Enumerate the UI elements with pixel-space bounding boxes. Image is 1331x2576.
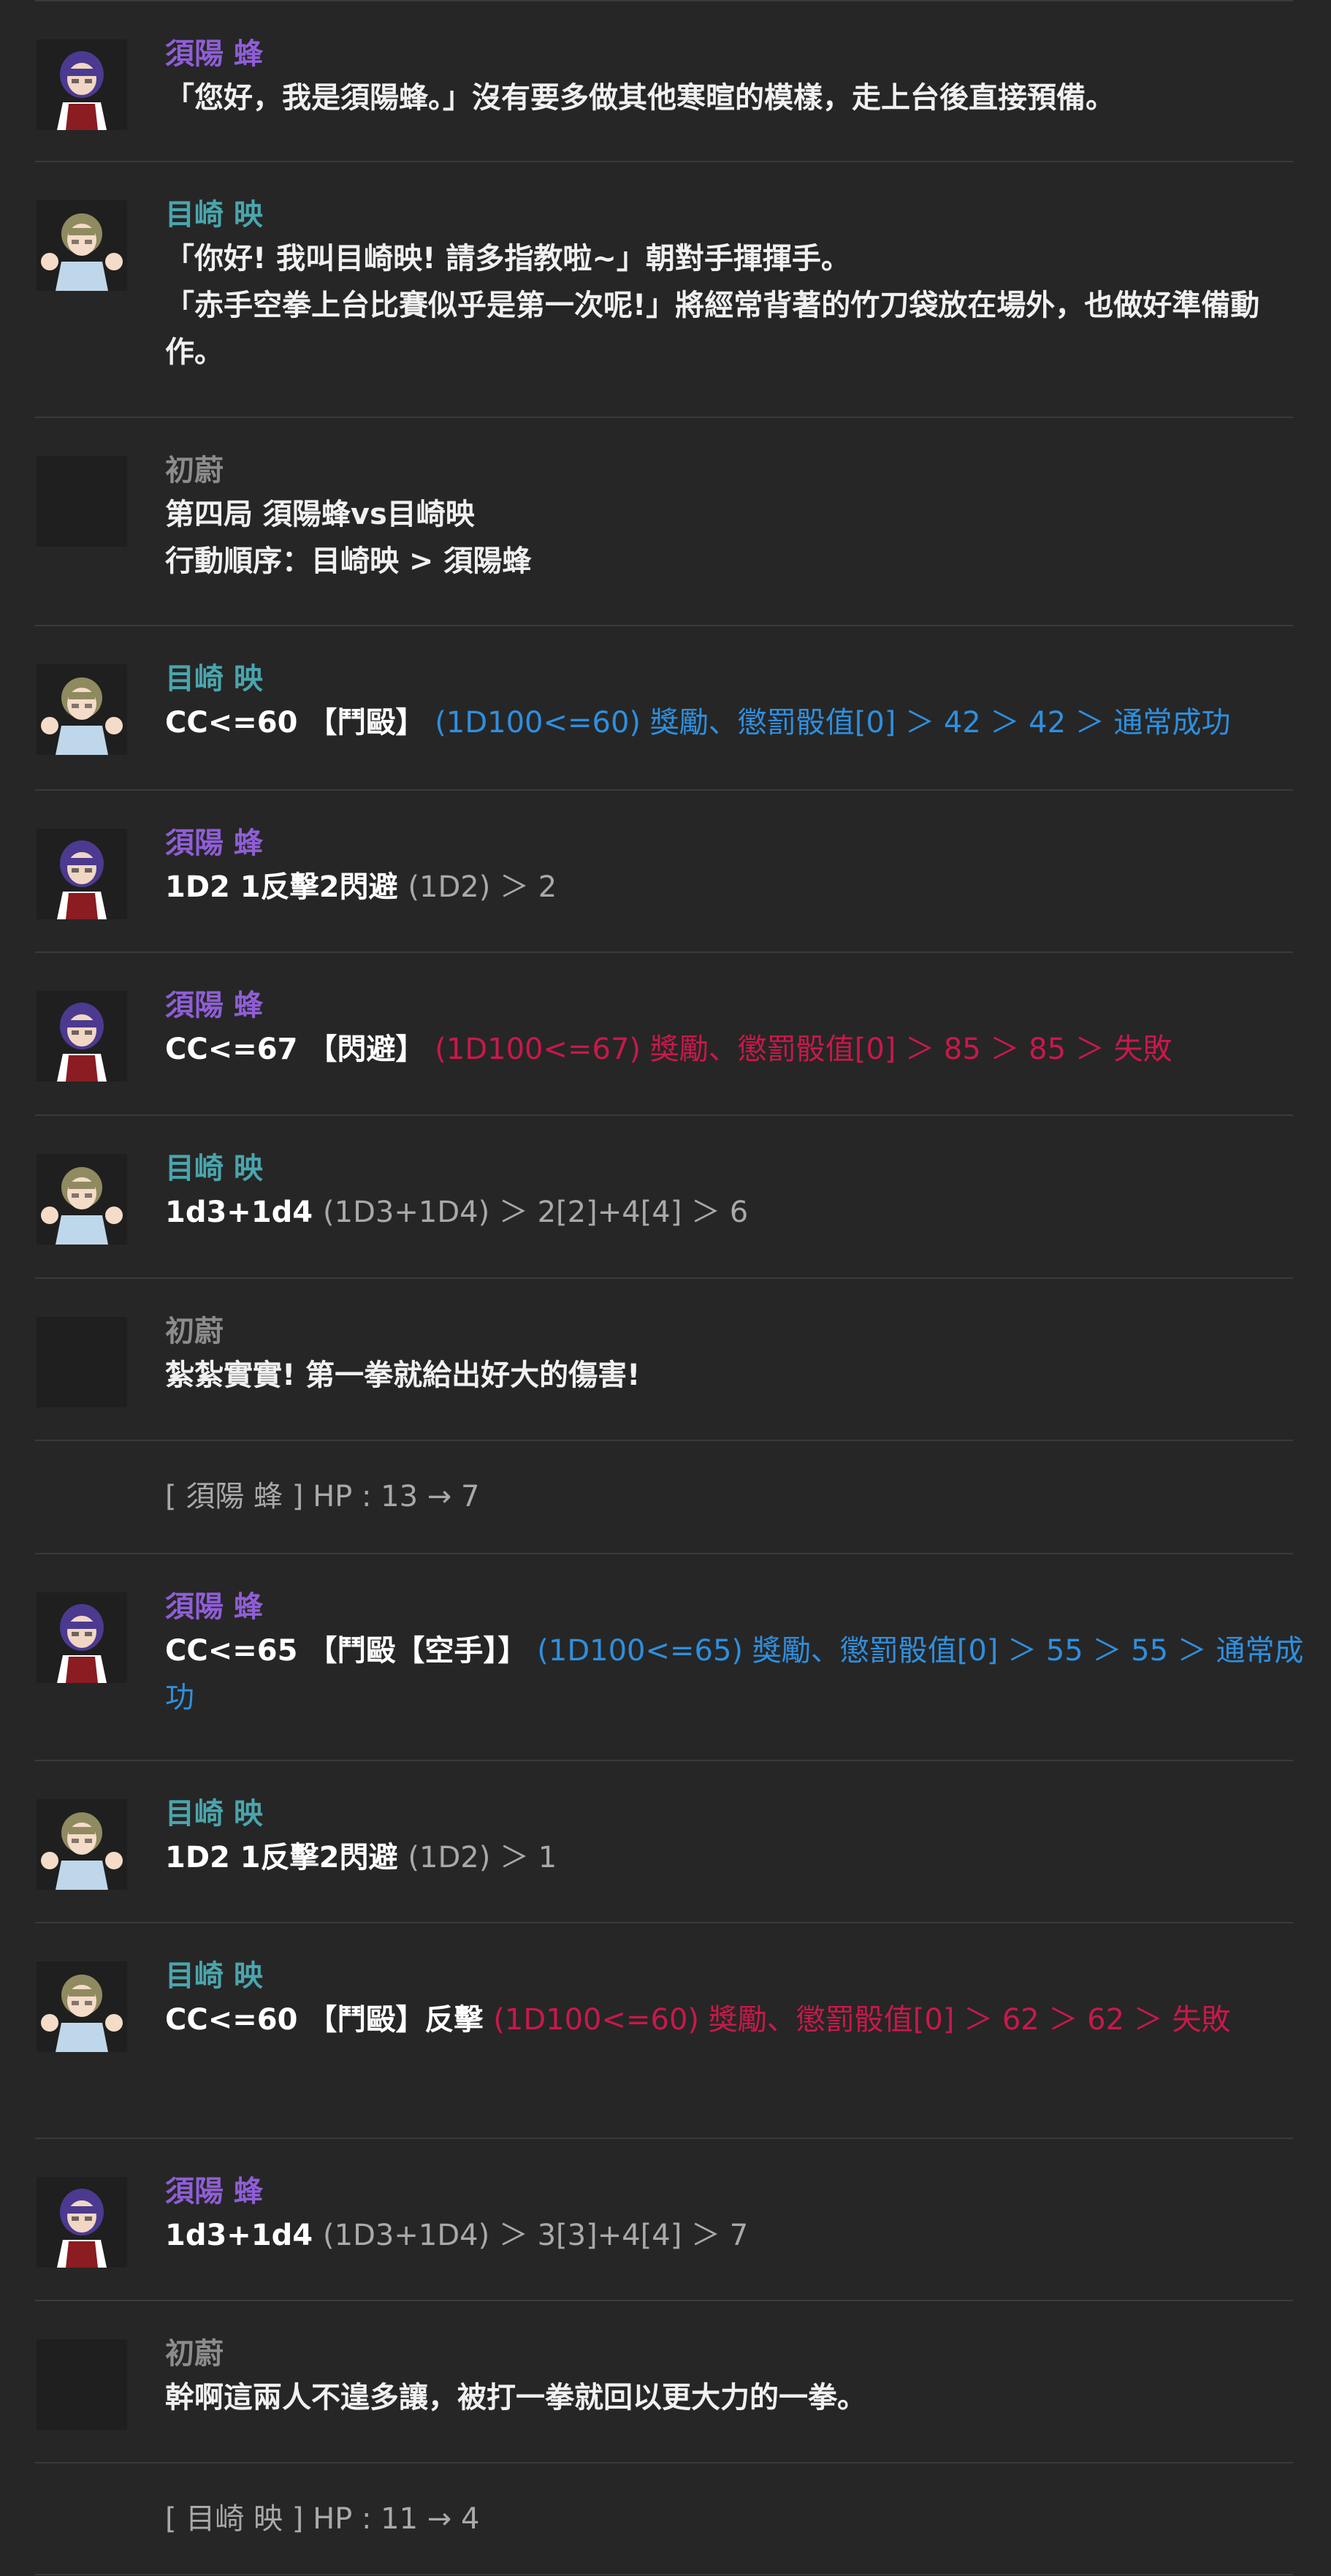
dice-roll: CC<=67 【閃避】 (1D100<=67) 獎勵、懲罰骰值[0] ＞ 85 … xyxy=(165,1026,1278,1073)
speaker-name: 目崎 映 xyxy=(165,1152,263,1185)
avatar-sumi xyxy=(37,1592,127,1683)
dice-roll: 1D2 1反擊2閃避 (1D2) ＞ 2 xyxy=(165,864,1278,911)
portrait-meza-icon xyxy=(37,1799,127,1890)
chat-message: 須陽 蜂 CC<=65 【鬥毆【空手】】 (1D100<=65) 獎勵、懲罰骰值… xyxy=(35,1553,1303,1760)
dice-result: (1D2) ＞ 2 xyxy=(408,870,557,904)
speaker-name: 目崎 映 xyxy=(165,1959,263,1993)
message-text: 「你好! 我叫目崎映! 請多指教啦~」朝對手揮揮手。 xyxy=(165,242,850,276)
chat-message: 須陽 蜂 1D2 1反擊2閃避 (1D2) ＞ 2 xyxy=(35,789,1293,951)
dice-result: (1D3+1D4) ＞ 2[2]+4[4] ＞ 6 xyxy=(323,1196,749,1229)
dice-result-failure: (1D100<=67) 獎勵、懲罰骰值[0] ＞ 85 ＞ 85 ＞ 失敗 xyxy=(435,1033,1172,1066)
speaker-name: 目崎 映 xyxy=(165,198,263,232)
avatar-sumi xyxy=(37,829,127,919)
dice-command: CC<=60 【鬥毆】反擊 xyxy=(165,2003,484,2037)
speaker-name: 初蔚 xyxy=(165,454,224,487)
message-text: 行動順序：目崎映 > 須陽蜂 xyxy=(165,544,532,578)
dice-command: CC<=65 【鬥毆【空手】】 xyxy=(165,1634,527,1668)
dice-result-failure: (1D100<=60) 獎勵、懲罰骰值[0] ＞ 62 ＞ 62 ＞ 失敗 xyxy=(493,2003,1231,2037)
chat-message: 須陽 蜂 CC<=67 【閃避】 (1D100<=67) 獎勵、懲罰骰值[0] … xyxy=(35,951,1293,1114)
avatar-gm xyxy=(37,1317,127,1407)
portrait-meza-icon xyxy=(37,200,127,291)
dice-roll: CC<=65 【鬥毆【空手】】 (1D100<=65) 獎勵、懲罰骰值[0] ＞… xyxy=(165,1627,1305,1721)
chat-log: 須陽 蜂 「您好，我是須陽蜂。」沒有要多做其他寒暄的模樣，走上台後直接預備。 目… xyxy=(0,0,1331,2576)
message-text: 紮紮實實! 第一拳就給出好大的傷害! xyxy=(165,1359,641,1392)
portrait-sumi-icon xyxy=(37,829,127,919)
chat-message: 目崎 映 CC<=60 【鬥毆】反擊 (1D100<=60) 獎勵、懲罰骰值[0… xyxy=(35,1922,1293,2138)
dice-result: (1D2) ＞ 1 xyxy=(408,1841,557,1874)
chat-message: 目崎 映 1D2 1反擊2閃避 (1D2) ＞ 1 xyxy=(35,1760,1293,1922)
dice-roll: 1d3+1d4 (1D3+1D4) ＞ 2[2]+4[4] ＞ 6 xyxy=(165,1189,1278,1236)
portrait-sumi-icon xyxy=(37,991,127,1082)
portrait-meza-icon xyxy=(37,1154,127,1245)
dice-result-success: (1D100<=60) 獎勵、懲罰骰值[0] ＞ 42 ＞ 42 ＞ 通常成功 xyxy=(435,706,1231,740)
portrait-meza-icon xyxy=(37,1961,127,2052)
avatar-sumi xyxy=(37,2177,127,2268)
portrait-sumi-icon xyxy=(37,2177,127,2268)
chat-message: 目崎 映 「你好! 我叫目崎映! 請多指教啦~」朝對手揮揮手。 「赤手空拳上台比… xyxy=(35,161,1293,417)
speaker-name: 初蔚 xyxy=(165,1315,224,1348)
chat-message: 目崎 映 CC<=60 【鬥毆】 (1D100<=60) 獎勵、懲罰骰值[0] … xyxy=(35,625,1293,789)
system-message: [ 須陽 蜂 ] HP : 13 → 7 xyxy=(35,1440,1293,1553)
dice-roll: CC<=60 【鬥毆】 (1D100<=60) 獎勵、懲罰骰值[0] ＞ 42 … xyxy=(165,699,1278,746)
avatar-meza xyxy=(37,664,127,755)
portrait-sumi-icon xyxy=(37,39,127,130)
system-message: [ 目崎 映 ] HP : 11 → 4 xyxy=(35,2462,1293,2574)
speaker-name: 須陽 蜂 xyxy=(165,827,263,860)
dice-command: CC<=67 【閃避】 xyxy=(165,1033,425,1066)
avatar-meza xyxy=(37,200,127,291)
dice-command: 1d3+1d4 xyxy=(165,2219,313,2252)
avatar-gm xyxy=(37,2339,127,2430)
speaker-name: 目崎 映 xyxy=(165,662,263,696)
chat-message: 初蔚 幹啊這兩人不遑多讓，被打一拳就回以更大力的一拳。 xyxy=(35,2300,1293,2462)
dice-result: (1D3+1D4) ＞ 3[3]+4[4] ＞ 7 xyxy=(323,2219,749,2252)
message-text: 「您好，我是須陽蜂。」沒有要多做其他寒暄的模樣，走上台後直接預備。 xyxy=(165,81,1115,115)
message-text: 幹啊這兩人不遑多讓，被打一拳就回以更大力的一拳。 xyxy=(165,2381,866,2414)
dice-roll: CC<=60 【鬥毆】反擊 (1D100<=60) 獎勵、懲罰骰值[0] ＞ 6… xyxy=(165,1996,1278,2043)
speaker-name: 目崎 映 xyxy=(165,1797,263,1831)
speaker-name: 須陽 蜂 xyxy=(165,1590,263,1624)
chat-message: 目崎 映 1d3+1d4 (1D3+1D4) ＞ 2[2]+4[4] ＞ 6 xyxy=(35,1114,1293,1277)
speaker-name: 須陽 蜂 xyxy=(165,37,263,71)
portrait-meza-icon xyxy=(37,664,127,755)
avatar-meza xyxy=(37,1799,127,1890)
dice-roll: 1D2 1反擊2閃避 (1D2) ＞ 1 xyxy=(165,1834,1278,1881)
chat-message: 須陽 蜂 「您好，我是須陽蜂。」沒有要多做其他寒暄的模樣，走上台後直接預備。 xyxy=(35,0,1293,161)
chat-message: 初蔚 紮紮實實! 第一拳就給出好大的傷害! xyxy=(35,1277,1293,1440)
dice-roll: 1d3+1d4 (1D3+1D4) ＞ 3[3]+4[4] ＞ 7 xyxy=(165,2212,1278,2259)
message-text: 第四局 須陽蜂vs目崎映 xyxy=(165,498,475,531)
dice-command: 1D2 1反擊2閃避 xyxy=(165,870,398,904)
divider xyxy=(35,2574,1293,2575)
message-text: 「赤手空拳上台比賽似乎是第一次呢!」將經常背著的竹刀袋放在場外，也做好準備動作。 xyxy=(165,289,1260,369)
avatar-sumi xyxy=(37,39,127,130)
avatar-meza xyxy=(37,1961,127,2052)
avatar-meza xyxy=(37,1154,127,1245)
speaker-name: 初蔚 xyxy=(165,2337,224,2371)
speaker-name: 須陽 蜂 xyxy=(165,2175,263,2208)
hp-change-text: [ 目崎 映 ] HP : 11 → 4 xyxy=(165,2502,480,2536)
dice-command: 1D2 1反擊2閃避 xyxy=(165,1841,398,1874)
chat-message: 初蔚 第四局 須陽蜂vs目崎映 行動順序：目崎映 > 須陽蜂 xyxy=(35,417,1293,625)
avatar-sumi xyxy=(37,991,127,1082)
portrait-sumi-icon xyxy=(37,1592,127,1683)
dice-command: 1d3+1d4 xyxy=(165,1196,313,1229)
dice-command: CC<=60 【鬥毆】 xyxy=(165,706,425,740)
avatar-gm xyxy=(37,456,127,547)
chat-message: 須陽 蜂 1d3+1d4 (1D3+1D4) ＞ 3[3]+4[4] ＞ 7 xyxy=(35,2138,1293,2300)
speaker-name: 須陽 蜂 xyxy=(165,989,263,1022)
hp-change-text: [ 須陽 蜂 ] HP : 13 → 7 xyxy=(165,1480,480,1513)
